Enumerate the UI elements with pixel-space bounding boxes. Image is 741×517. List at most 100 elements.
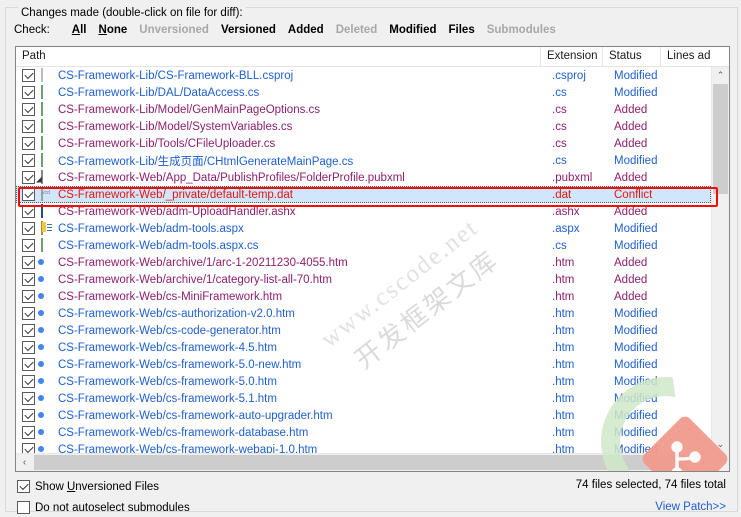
cell-extension: .htm — [552, 443, 575, 454]
cell-path: CS-Framework-Lib/CS-Framework-BLL.csproj — [58, 69, 294, 82]
scroll-right-icon[interactable]: › — [695, 454, 712, 471]
check-link-none[interactable]: None — [99, 24, 128, 36]
chrome-icon — [40, 324, 54, 338]
column-header-lines-added[interactable]: Lines ad — [661, 47, 729, 66]
chrome-icon — [40, 443, 54, 454]
cell-extension: .pubxml — [552, 171, 593, 184]
view-patch-link[interactable]: View Patch>> — [655, 501, 726, 513]
table-row[interactable]: CS-Framework-Web/cs-authorization-v2.0.h… — [16, 305, 711, 322]
column-header-extension[interactable]: Extension — [541, 47, 603, 66]
horizontal-scrollbar[interactable]: ‹ › — [16, 453, 729, 471]
check-link-versioned[interactable]: Versioned — [221, 24, 276, 36]
cell-status: Modified — [614, 222, 658, 235]
row-checkbox[interactable] — [22, 69, 35, 82]
table-row[interactable]: CS-Framework-Web/_private/default-temp.d… — [16, 186, 711, 203]
vertical-scrollbar[interactable]: ⌃ ⌄ — [711, 67, 729, 453]
table-row[interactable]: CS-Framework-Web/archive/1/category-list… — [16, 271, 711, 288]
cell-extension: .htm — [552, 358, 575, 371]
row-checkbox[interactable] — [22, 256, 35, 269]
scroll-up-icon[interactable]: ⌃ — [712, 67, 729, 84]
checkbox-box[interactable] — [17, 480, 30, 493]
cell-status: Added — [614, 273, 648, 286]
check-link-modified[interactable]: Modified — [389, 24, 436, 36]
row-checkbox[interactable] — [22, 341, 35, 354]
row-checkbox[interactable] — [22, 222, 35, 235]
table-row[interactable]: CS-Framework-Web/adm-UploadHandler.ashx.… — [16, 203, 711, 220]
check-link-added[interactable]: Added — [288, 24, 324, 36]
chrome-icon — [40, 307, 54, 321]
table-row[interactable]: CS-Framework-Web/cs-framework-5.0-new.ht… — [16, 356, 711, 373]
row-checkbox[interactable] — [22, 239, 35, 252]
table-row[interactable]: CS-Framework-Lib/Tools/CFileUploader.cs.… — [16, 135, 711, 152]
row-checkbox[interactable] — [22, 375, 35, 388]
cell-status: Modified — [614, 375, 658, 388]
check-link-all[interactable]: All — [72, 24, 87, 36]
row-checkbox[interactable] — [22, 205, 35, 218]
row-checkbox[interactable] — [22, 86, 35, 99]
table-row[interactable]: CS-Framework-Lib/CS-Framework-BLL.csproj… — [16, 67, 711, 84]
chrome-icon — [40, 358, 54, 372]
file-list[interactable]: Path Extension Status Lines ad CS-Framew… — [15, 46, 730, 472]
check-toolbar: Check: All None Unversioned Versioned Added D… — [14, 22, 568, 38]
show-unversioned-files-checkbox[interactable]: Show Unversioned Files — [17, 480, 159, 493]
row-checkbox[interactable] — [22, 426, 35, 439]
chrome-icon — [40, 290, 54, 304]
row-checkbox[interactable] — [22, 120, 35, 133]
cell-status: Modified — [614, 443, 658, 454]
cell-path: CS-Framework-Web/archive/1/category-list… — [58, 273, 332, 286]
row-checkbox[interactable] — [22, 307, 35, 320]
column-header-path[interactable]: Path — [16, 47, 541, 66]
checkbox-box[interactable] — [17, 501, 30, 514]
table-row[interactable]: CS-Framework-Lib/Model/SystemVariables.c… — [16, 118, 711, 135]
table-row[interactable]: CS-Framework-Web/adm-tools.aspx .aspx Modi… — [16, 220, 711, 237]
table-row[interactable]: CS-Framework-Web/adm-tools.aspx.cs .cs Mod… — [16, 237, 711, 254]
row-checkbox[interactable] — [22, 443, 35, 453]
row-checkbox[interactable] — [22, 103, 35, 116]
cell-extension: .csproj — [552, 69, 586, 82]
cell-status: Modified — [614, 392, 658, 405]
cell-status: Modified — [614, 426, 658, 439]
table-row[interactable]: CS-Framework-Web/cs-framework-4.5.htm .ht… — [16, 339, 711, 356]
cell-status: Added — [614, 171, 648, 184]
check-link-files[interactable]: Files — [449, 24, 475, 36]
row-checkbox[interactable] — [22, 324, 35, 337]
row-checkbox[interactable] — [22, 409, 35, 422]
table-row[interactable]: CS-Framework-Web/cs-framework-5.0.htm .ht… — [16, 373, 711, 390]
no-autoselect-submodules-checkbox[interactable]: Do not autoselect submodules — [17, 501, 190, 514]
cell-extension: .ashx — [552, 205, 580, 218]
cell-path: CS-Framework-Web/cs-framework-webapi-1.0… — [58, 443, 318, 454]
table-row[interactable]: CS-Framework-Web/cs-framework-auto-upgra… — [16, 407, 711, 424]
check-links: All None Unversioned Versioned Added Deleted M… — [72, 24, 568, 36]
table-row[interactable]: CS-Framework-Web/cs-MiniFramework.htm .ht… — [16, 288, 711, 305]
column-header-status[interactable]: Status — [603, 47, 661, 66]
scroll-left-icon[interactable]: ‹ — [16, 454, 33, 471]
cell-path: CS-Framework-Lib/生成页面/CHtmlGenerateMainP… — [58, 155, 354, 168]
chrome-icon — [40, 341, 54, 355]
table-row[interactable]: CS-Framework-Web/cs-framework-5.1.htm .ht… — [16, 390, 711, 407]
row-checkbox[interactable] — [22, 171, 35, 184]
table-row[interactable]: CS-Framework-Lib/Model/GenMainPageOption… — [16, 101, 711, 118]
row-checkbox[interactable] — [22, 137, 35, 150]
cell-status: Modified — [614, 86, 658, 99]
row-checkbox[interactable] — [22, 290, 35, 303]
row-checkbox[interactable] — [22, 358, 35, 371]
table-row[interactable]: CS-Framework-Web/cs-framework-database.h… — [16, 424, 711, 441]
cell-extension: .cs — [552, 120, 567, 133]
row-checkbox[interactable] — [22, 188, 35, 201]
file-list-rows[interactable]: CS-Framework-Lib/CS-Framework-BLL.csproj… — [16, 67, 711, 453]
row-checkbox[interactable] — [22, 392, 35, 405]
table-row[interactable]: CS-Framework-Web/App_Data/PublishProfile… — [16, 169, 711, 186]
table-row[interactable]: CS-Framework-Web/cs-framework-webapi-1.0… — [16, 441, 711, 453]
table-row[interactable]: CS-Framework-Lib/生成页面/CHtmlGenerateMainP… — [16, 152, 711, 169]
show-unversioned-files-label: Show Unversioned Files — [35, 480, 160, 493]
row-checkbox[interactable] — [22, 273, 35, 286]
row-checkbox[interactable] — [22, 154, 35, 167]
table-row[interactable]: CS-Framework-Lib/DAL/DataAccess.cs .cs Mod… — [16, 84, 711, 101]
horizontal-scroll-thumb[interactable] — [34, 455, 688, 470]
dat-file-icon — [40, 186, 54, 202]
cell-extension: .dat — [552, 188, 572, 201]
vertical-scroll-thumb[interactable] — [713, 84, 728, 194]
table-row[interactable]: CS-Framework-Web/archive/1/arc-1-2021123… — [16, 254, 711, 271]
table-row[interactable]: CS-Framework-Web/cs-code-generator.htm .h… — [16, 322, 711, 339]
scroll-down-icon[interactable]: ⌄ — [712, 436, 729, 453]
